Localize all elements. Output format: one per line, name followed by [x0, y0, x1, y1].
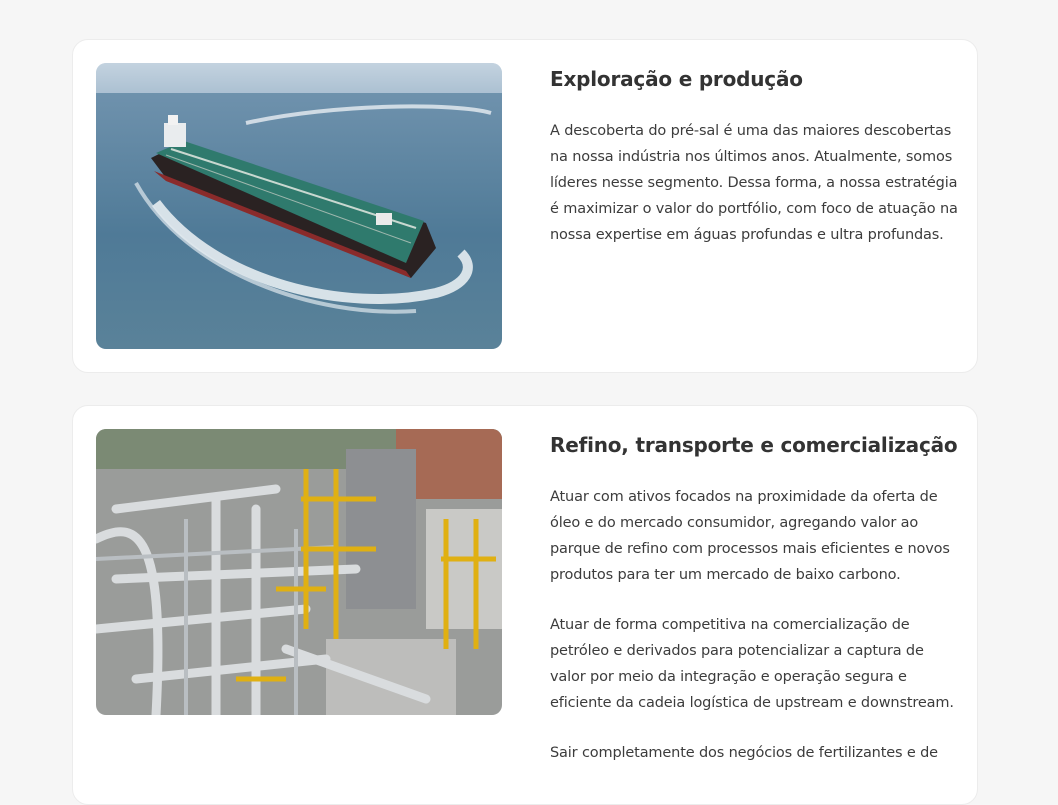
section-paragraph: Sair completamente dos negócios de ferti… — [550, 745, 938, 761]
section-card-exploracao: Exploração e produção A descoberta do pr… — [72, 39, 978, 373]
refinery-image — [96, 429, 502, 715]
section-title: Exploração e produção — [550, 67, 803, 91]
section-paragraph: Atuar de forma competitiva na comerciali… — [550, 617, 954, 711]
section-card-refino: Refino, transporte e comercialização Atu… — [72, 405, 978, 805]
section-title: Refino, transporte e comercialização — [550, 433, 958, 457]
section-content: Refino, transporte e comercialização Atu… — [550, 428, 960, 790]
section-paragraph: A descoberta do pré-sal é uma das maiore… — [550, 123, 958, 243]
section-content: Exploração e produção A descoberta do pr… — [550, 62, 960, 272]
tanker-ship-image — [96, 63, 502, 349]
section-paragraph: Atuar com ativos focados na proximidade … — [550, 489, 950, 583]
